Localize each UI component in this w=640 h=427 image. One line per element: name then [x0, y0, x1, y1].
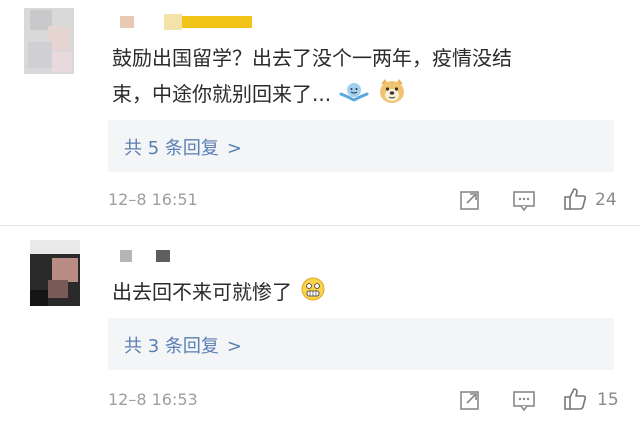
timestamp: 12–8 16:53 — [108, 390, 198, 409]
comment-text: 出去回不来可就惨了 — [112, 274, 326, 313]
doge-emoji — [378, 78, 406, 115]
comment-text: 鼓励出国留学？出去了没个一两年，疫情没结 — [112, 46, 512, 70]
comment-item: 鼓励出国留学？出去了没个一两年，疫情没结 束，中途你就别回来了... 共 5 条… — [0, 0, 640, 222]
replies-panel[interactable]: 共 5 条回复 > — [108, 120, 614, 172]
timestamp: 12–8 16:51 — [108, 190, 198, 209]
comment-icon[interactable] — [512, 389, 536, 411]
shrug-emoji — [339, 79, 369, 115]
share-icon[interactable] — [459, 189, 481, 211]
thumbs-up-icon[interactable] — [562, 186, 588, 212]
like-count: 24 — [595, 190, 617, 210]
comment-item: 出去回不来可就惨了 共 3 条回复 > 12–8 16:53 15 — [0, 232, 640, 427]
like-count: 15 — [597, 390, 619, 410]
chevron-right-icon: > — [226, 336, 242, 357]
avatar[interactable] — [24, 8, 74, 74]
chevron-right-icon: > — [226, 138, 242, 159]
view-replies-link[interactable]: 共 5 条回复 > — [124, 134, 242, 160]
replies-panel[interactable]: 共 3 条回复 > — [108, 318, 614, 370]
thumbs-up-icon[interactable] — [562, 386, 588, 412]
view-replies-link[interactable]: 共 3 条回复 > — [124, 332, 242, 358]
grimace-emoji — [300, 276, 326, 313]
share-icon[interactable] — [459, 389, 481, 411]
divider — [0, 225, 640, 226]
comment-text-continued: 束，中途你就别回来了... — [112, 76, 406, 115]
comment-icon[interactable] — [512, 189, 536, 211]
avatar[interactable] — [30, 240, 80, 306]
